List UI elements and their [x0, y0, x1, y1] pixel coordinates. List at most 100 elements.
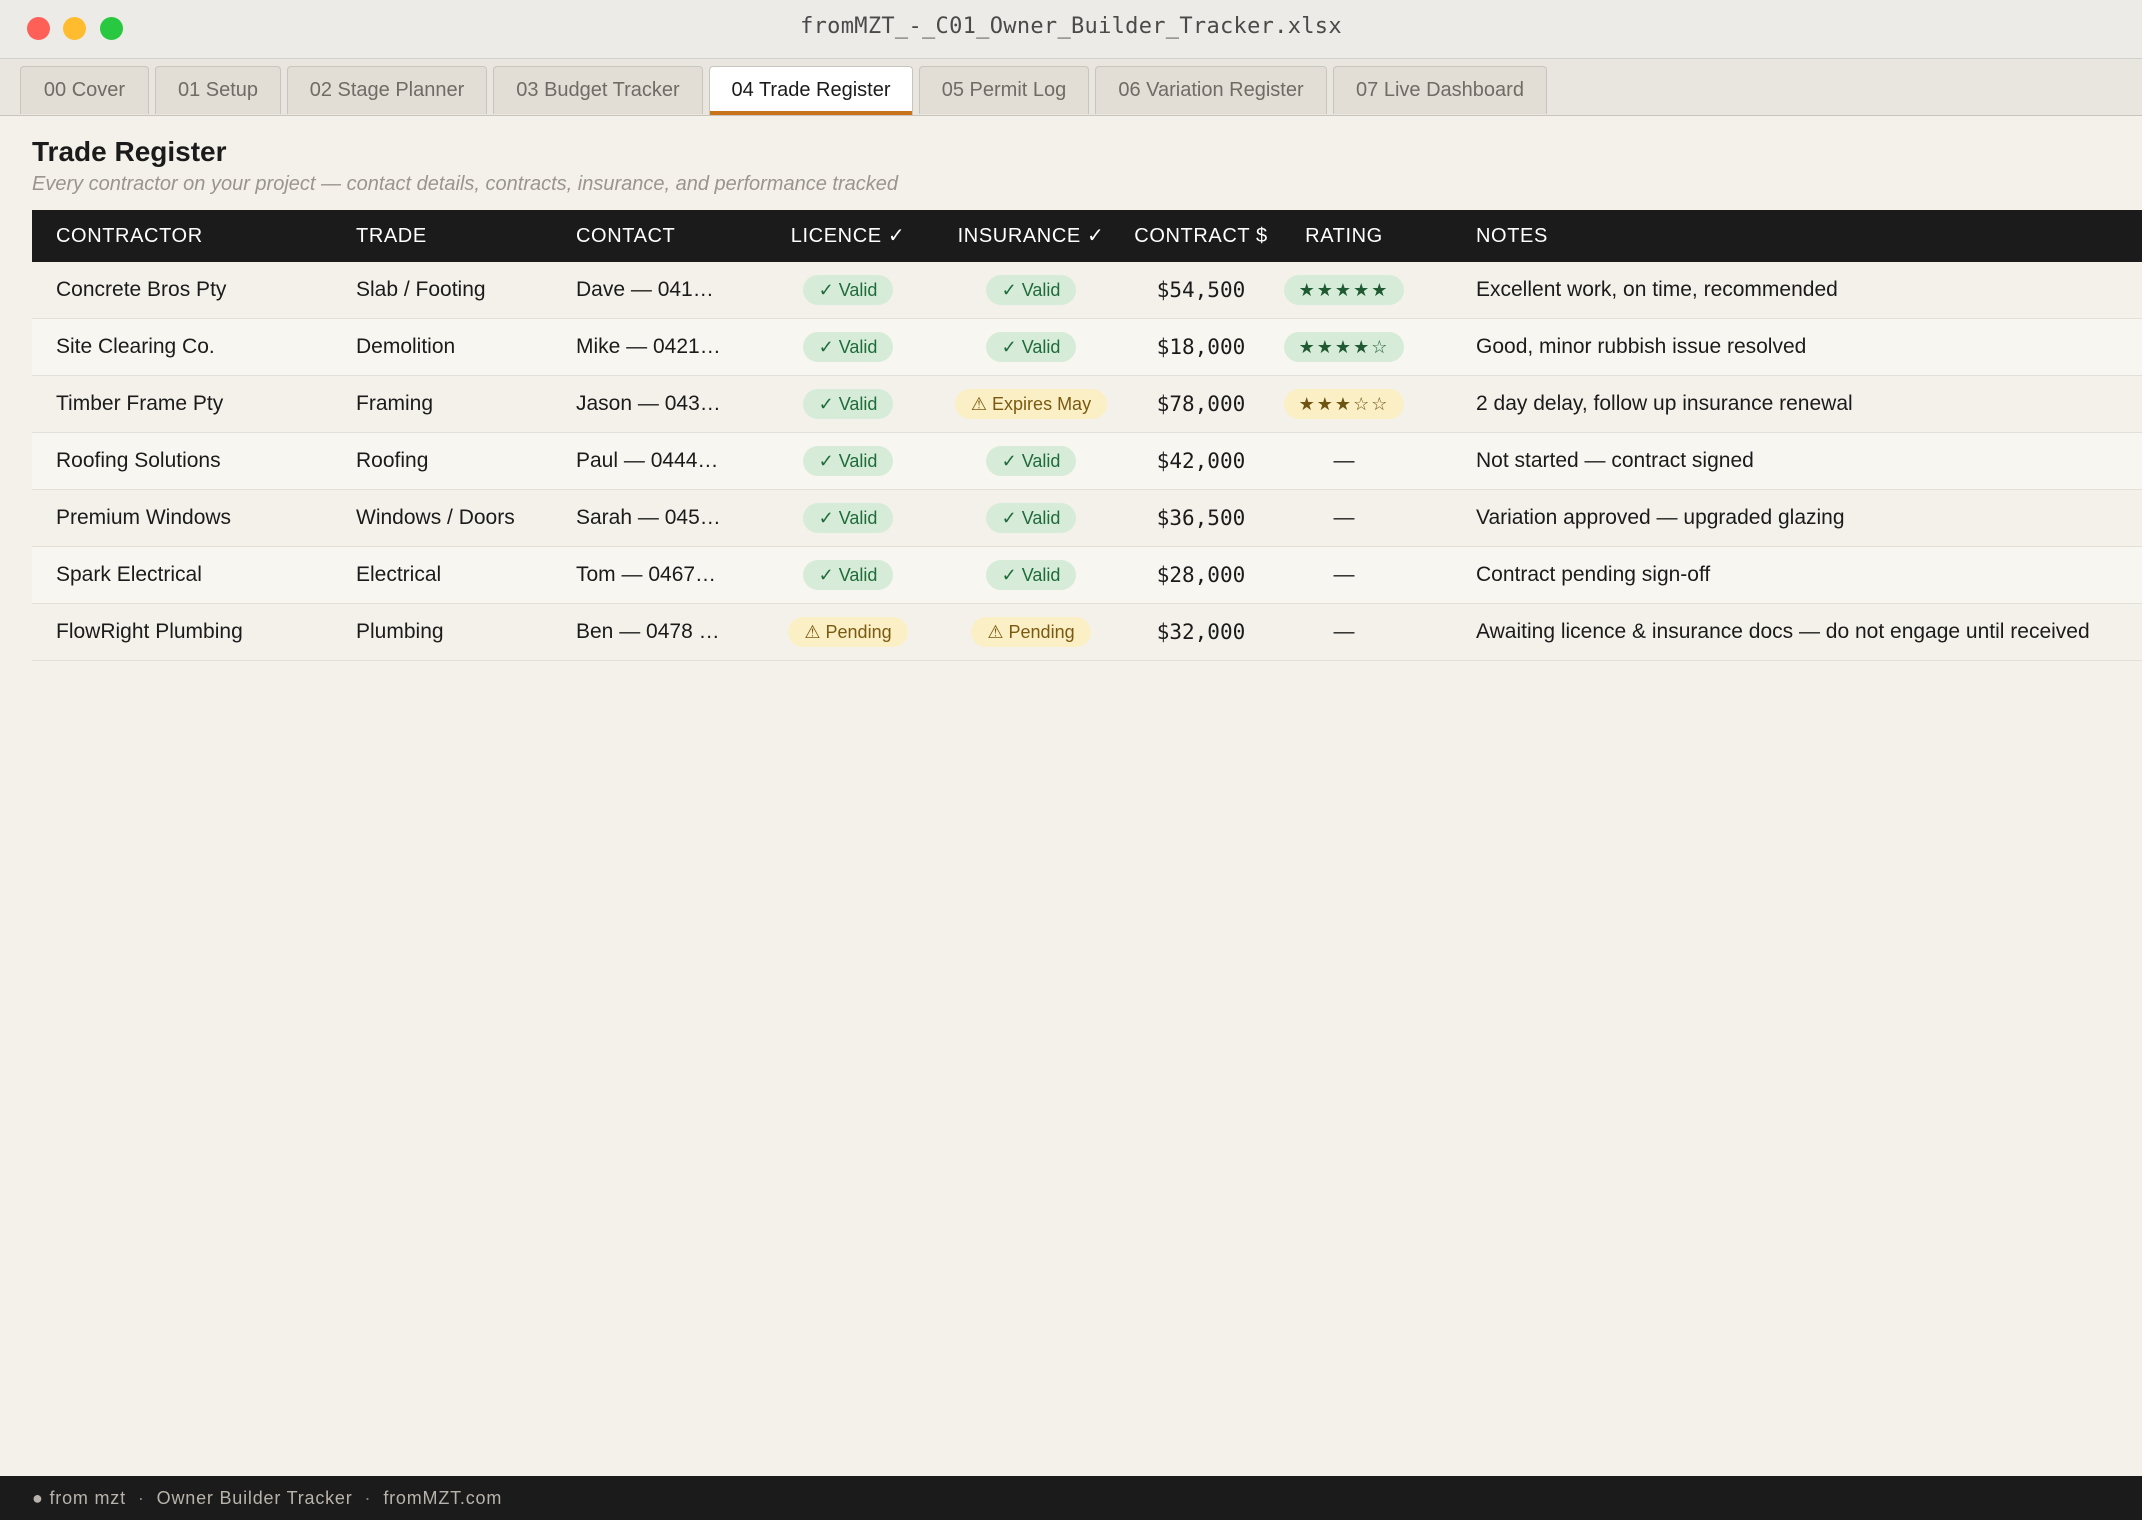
tab-variation-register[interactable]: 06 Variation Register	[1095, 66, 1327, 114]
cell-contractor[interactable]: Timber Frame Pty	[56, 376, 352, 433]
cell-contractor[interactable]: FlowRight Plumbing	[56, 604, 352, 661]
cell-insurance[interactable]: ✓ Valid	[936, 490, 1126, 547]
cell-trade[interactable]: Roofing	[356, 433, 572, 490]
licence-status-badge: ✓ Valid	[802, 275, 894, 306]
cell-contact[interactable]: Ben — 0478 …	[576, 604, 756, 661]
tab-stage-planner[interactable]: 02 Stage Planner	[287, 66, 487, 114]
header-rating[interactable]: RATING	[1276, 210, 1412, 262]
cell-contractor[interactable]: Spark Electrical	[56, 547, 352, 604]
cell-trade[interactable]: Electrical	[356, 547, 572, 604]
cell-rating[interactable]: ★★★★☆	[1276, 319, 1412, 376]
cell-contractor[interactable]: Concrete Bros Pty	[56, 262, 352, 319]
insurance-status-badge: ✓ Valid	[985, 275, 1077, 306]
tab-setup[interactable]: 01 Setup	[155, 66, 281, 114]
cell-contractor[interactable]: Roofing Solutions	[56, 433, 352, 490]
table-row[interactable]: Premium Windows Windows / Doors Sarah — 04…	[32, 490, 2142, 547]
cell-insurance[interactable]: ✓ Valid	[936, 433, 1126, 490]
cell-notes[interactable]: 2 day delay, follow up insurance renewal	[1476, 376, 2142, 433]
cell-trade[interactable]: Demolition	[356, 319, 572, 376]
table-row[interactable]: Concrete Bros Pty Slab / Footing Dave — 04…	[32, 262, 2142, 319]
window-title: fromMZT_-_C01_Owner_Builder_Tracker.xlsx	[800, 14, 1342, 39]
header-insurance[interactable]: INSURANCE ✓	[936, 210, 1126, 262]
cell-rating[interactable]: ★★★★★	[1276, 262, 1412, 319]
rating-empty: —	[1333, 620, 1355, 643]
window-titlebar: fromMZT_-_C01_Owner_Builder_Tracker.xlsx	[0, 0, 2142, 59]
star-rating-badge: ★★★★★	[1283, 275, 1405, 306]
cell-rating[interactable]: —	[1276, 490, 1412, 547]
cell-contract-amount[interactable]: $54,500	[1126, 262, 1276, 319]
cell-licence[interactable]: ✓ Valid	[760, 376, 936, 433]
header-contract-amount[interactable]: CONTRACT $	[1126, 210, 1276, 262]
cell-rating[interactable]: —	[1276, 547, 1412, 604]
cell-licence[interactable]: ✓ Valid	[760, 433, 936, 490]
cell-contact[interactable]: Jason — 043…	[576, 376, 756, 433]
cell-insurance[interactable]: ✓ Valid	[936, 262, 1126, 319]
cell-licence[interactable]: ✓ Valid	[760, 547, 936, 604]
cell-contact[interactable]: Mike — 0421…	[576, 319, 756, 376]
cell-contract-amount[interactable]: $32,000	[1126, 604, 1276, 661]
table-header: CONTRACTOR TRADE CONTACT LICENCE ✓ INSUR…	[32, 210, 2142, 262]
rating-empty: —	[1333, 563, 1355, 586]
table-row[interactable]: Timber Frame Pty Framing Jason — 043… ✓ Val…	[32, 376, 2142, 433]
tab-permit-log[interactable]: 05 Permit Log	[919, 66, 1089, 114]
table-row[interactable]: Site Clearing Co. Demolition Mike — 0421… ✓…	[32, 319, 2142, 376]
cell-notes[interactable]: Not started — contract signed	[1476, 433, 2142, 490]
tab-live-dashboard[interactable]: 07 Live Dashboard	[1333, 66, 1547, 114]
footer-brand: ● from mzt	[32, 1488, 126, 1508]
cell-licence[interactable]: ✓ Valid	[760, 490, 936, 547]
cell-contract-amount[interactable]: $78,000	[1126, 376, 1276, 433]
insurance-status-badge: ⚠ Expires May	[954, 389, 1108, 420]
cell-rating[interactable]: —	[1276, 433, 1412, 490]
table-row[interactable]: Spark Electrical Electrical Tom — 0467… ✓ V…	[32, 547, 2142, 604]
cell-trade[interactable]: Windows / Doors	[356, 490, 572, 547]
licence-status-badge: ✓ Valid	[802, 332, 894, 363]
cell-contract-amount[interactable]: $36,500	[1126, 490, 1276, 547]
cell-notes[interactable]: Contract pending sign-off	[1476, 547, 2142, 604]
insurance-status-badge: ✓ Valid	[985, 560, 1077, 591]
cell-insurance[interactable]: ✓ Valid	[936, 319, 1126, 376]
cell-rating[interactable]: ★★★☆☆	[1276, 376, 1412, 433]
cell-trade[interactable]: Framing	[356, 376, 572, 433]
cell-licence[interactable]: ✓ Valid	[760, 262, 936, 319]
cell-notes[interactable]: Good, minor rubbish issue resolved	[1476, 319, 2142, 376]
cell-licence[interactable]: ✓ Valid	[760, 319, 936, 376]
cell-trade[interactable]: Plumbing	[356, 604, 572, 661]
cell-contract-amount[interactable]: $28,000	[1126, 547, 1276, 604]
cell-contact[interactable]: Paul — 0444…	[576, 433, 756, 490]
cell-insurance[interactable]: ⚠ Expires May	[936, 376, 1126, 433]
cell-contractor[interactable]: Premium Windows	[56, 490, 352, 547]
header-contractor[interactable]: CONTRACTOR	[56, 210, 203, 262]
tab-trade-register[interactable]: 04 Trade Register	[709, 66, 913, 115]
cell-contract-amount[interactable]: $42,000	[1126, 433, 1276, 490]
cell-notes[interactable]: Excellent work, on time, recommended	[1476, 262, 2142, 319]
footer-product: Owner Builder Tracker	[156, 1488, 353, 1508]
footer-separator: ·	[137, 1488, 145, 1508]
cell-insurance[interactable]: ⚠ Pending	[936, 604, 1126, 661]
cell-rating[interactable]: —	[1276, 604, 1412, 661]
cell-notes[interactable]: Awaiting licence & insurance docs — do n…	[1476, 604, 2142, 661]
cell-contractor[interactable]: Site Clearing Co.	[56, 319, 352, 376]
insurance-status-badge: ✓ Valid	[985, 503, 1077, 534]
header-licence[interactable]: LICENCE ✓	[760, 210, 936, 262]
header-notes[interactable]: NOTES	[1476, 210, 1548, 262]
header-trade[interactable]: TRADE	[356, 210, 427, 262]
header-contact[interactable]: CONTACT	[576, 210, 675, 262]
insurance-status-badge: ✓ Valid	[985, 446, 1077, 477]
cell-notes[interactable]: Variation approved — upgraded glazing	[1476, 490, 2142, 547]
cell-licence[interactable]: ⚠ Pending	[760, 604, 936, 661]
insurance-status-badge: ✓ Valid	[985, 332, 1077, 363]
footer-site-link[interactable]: fromMZT.com	[383, 1488, 502, 1508]
table-row[interactable]: Roofing Solutions Roofing Paul — 0444… ✓ Va…	[32, 433, 2142, 490]
cell-contact[interactable]: Dave — 041…	[576, 262, 756, 319]
cell-insurance[interactable]: ✓ Valid	[936, 547, 1126, 604]
tab-budget-tracker[interactable]: 03 Budget Tracker	[493, 66, 703, 114]
table-row[interactable]: FlowRight Plumbing Plumbing Ben — 0478 … ⚠ …	[32, 604, 2142, 661]
cell-contract-amount[interactable]: $18,000	[1126, 319, 1276, 376]
licence-status-badge: ✓ Valid	[802, 389, 894, 420]
cell-trade[interactable]: Slab / Footing	[356, 262, 572, 319]
cell-contact[interactable]: Sarah — 045…	[576, 490, 756, 547]
tab-cover[interactable]: 00 Cover	[20, 66, 149, 114]
star-rating-badge: ★★★★☆	[1283, 332, 1405, 363]
cell-contact[interactable]: Tom — 0467…	[576, 547, 756, 604]
insurance-status-badge: ⚠ Pending	[971, 617, 1091, 648]
